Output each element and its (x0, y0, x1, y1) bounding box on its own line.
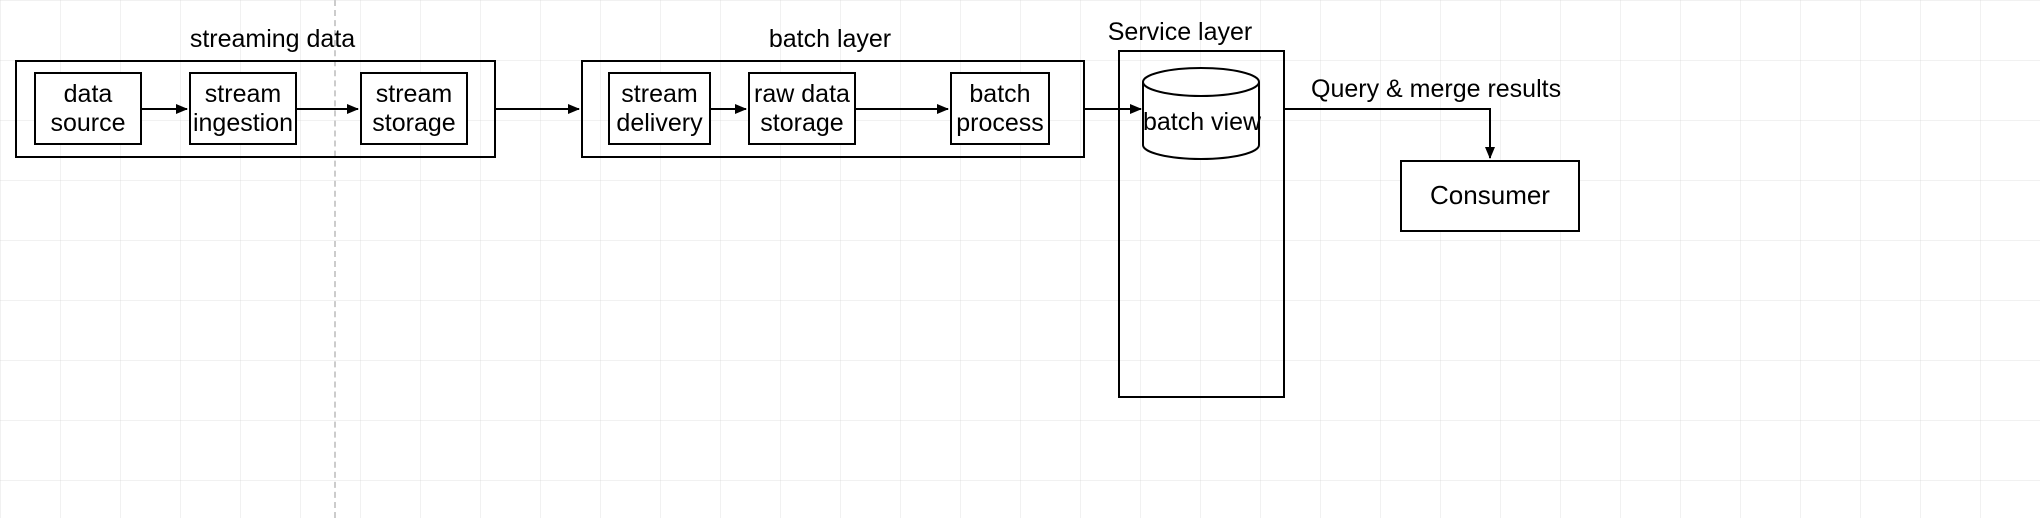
node-batch-process: batchprocess (950, 72, 1050, 145)
arrow-label-query-merge: Query & merge results (1311, 75, 1561, 104)
group-box-service (1118, 50, 1285, 398)
group-label-batch: batch layer (760, 25, 900, 54)
node-data-source: datasource (34, 72, 142, 145)
group-label-service: Service layer (1100, 18, 1260, 47)
node-raw-data-storage: raw datastorage (748, 72, 856, 145)
node-stream-ingestion: streamingestion (189, 72, 297, 145)
node-consumer: Consumer (1400, 160, 1580, 232)
node-stream-delivery: streamdelivery (608, 72, 711, 145)
node-batch-view: batch view (1140, 108, 1264, 137)
group-label-streaming: streaming data (185, 25, 360, 54)
node-stream-storage: streamstorage (360, 72, 468, 145)
